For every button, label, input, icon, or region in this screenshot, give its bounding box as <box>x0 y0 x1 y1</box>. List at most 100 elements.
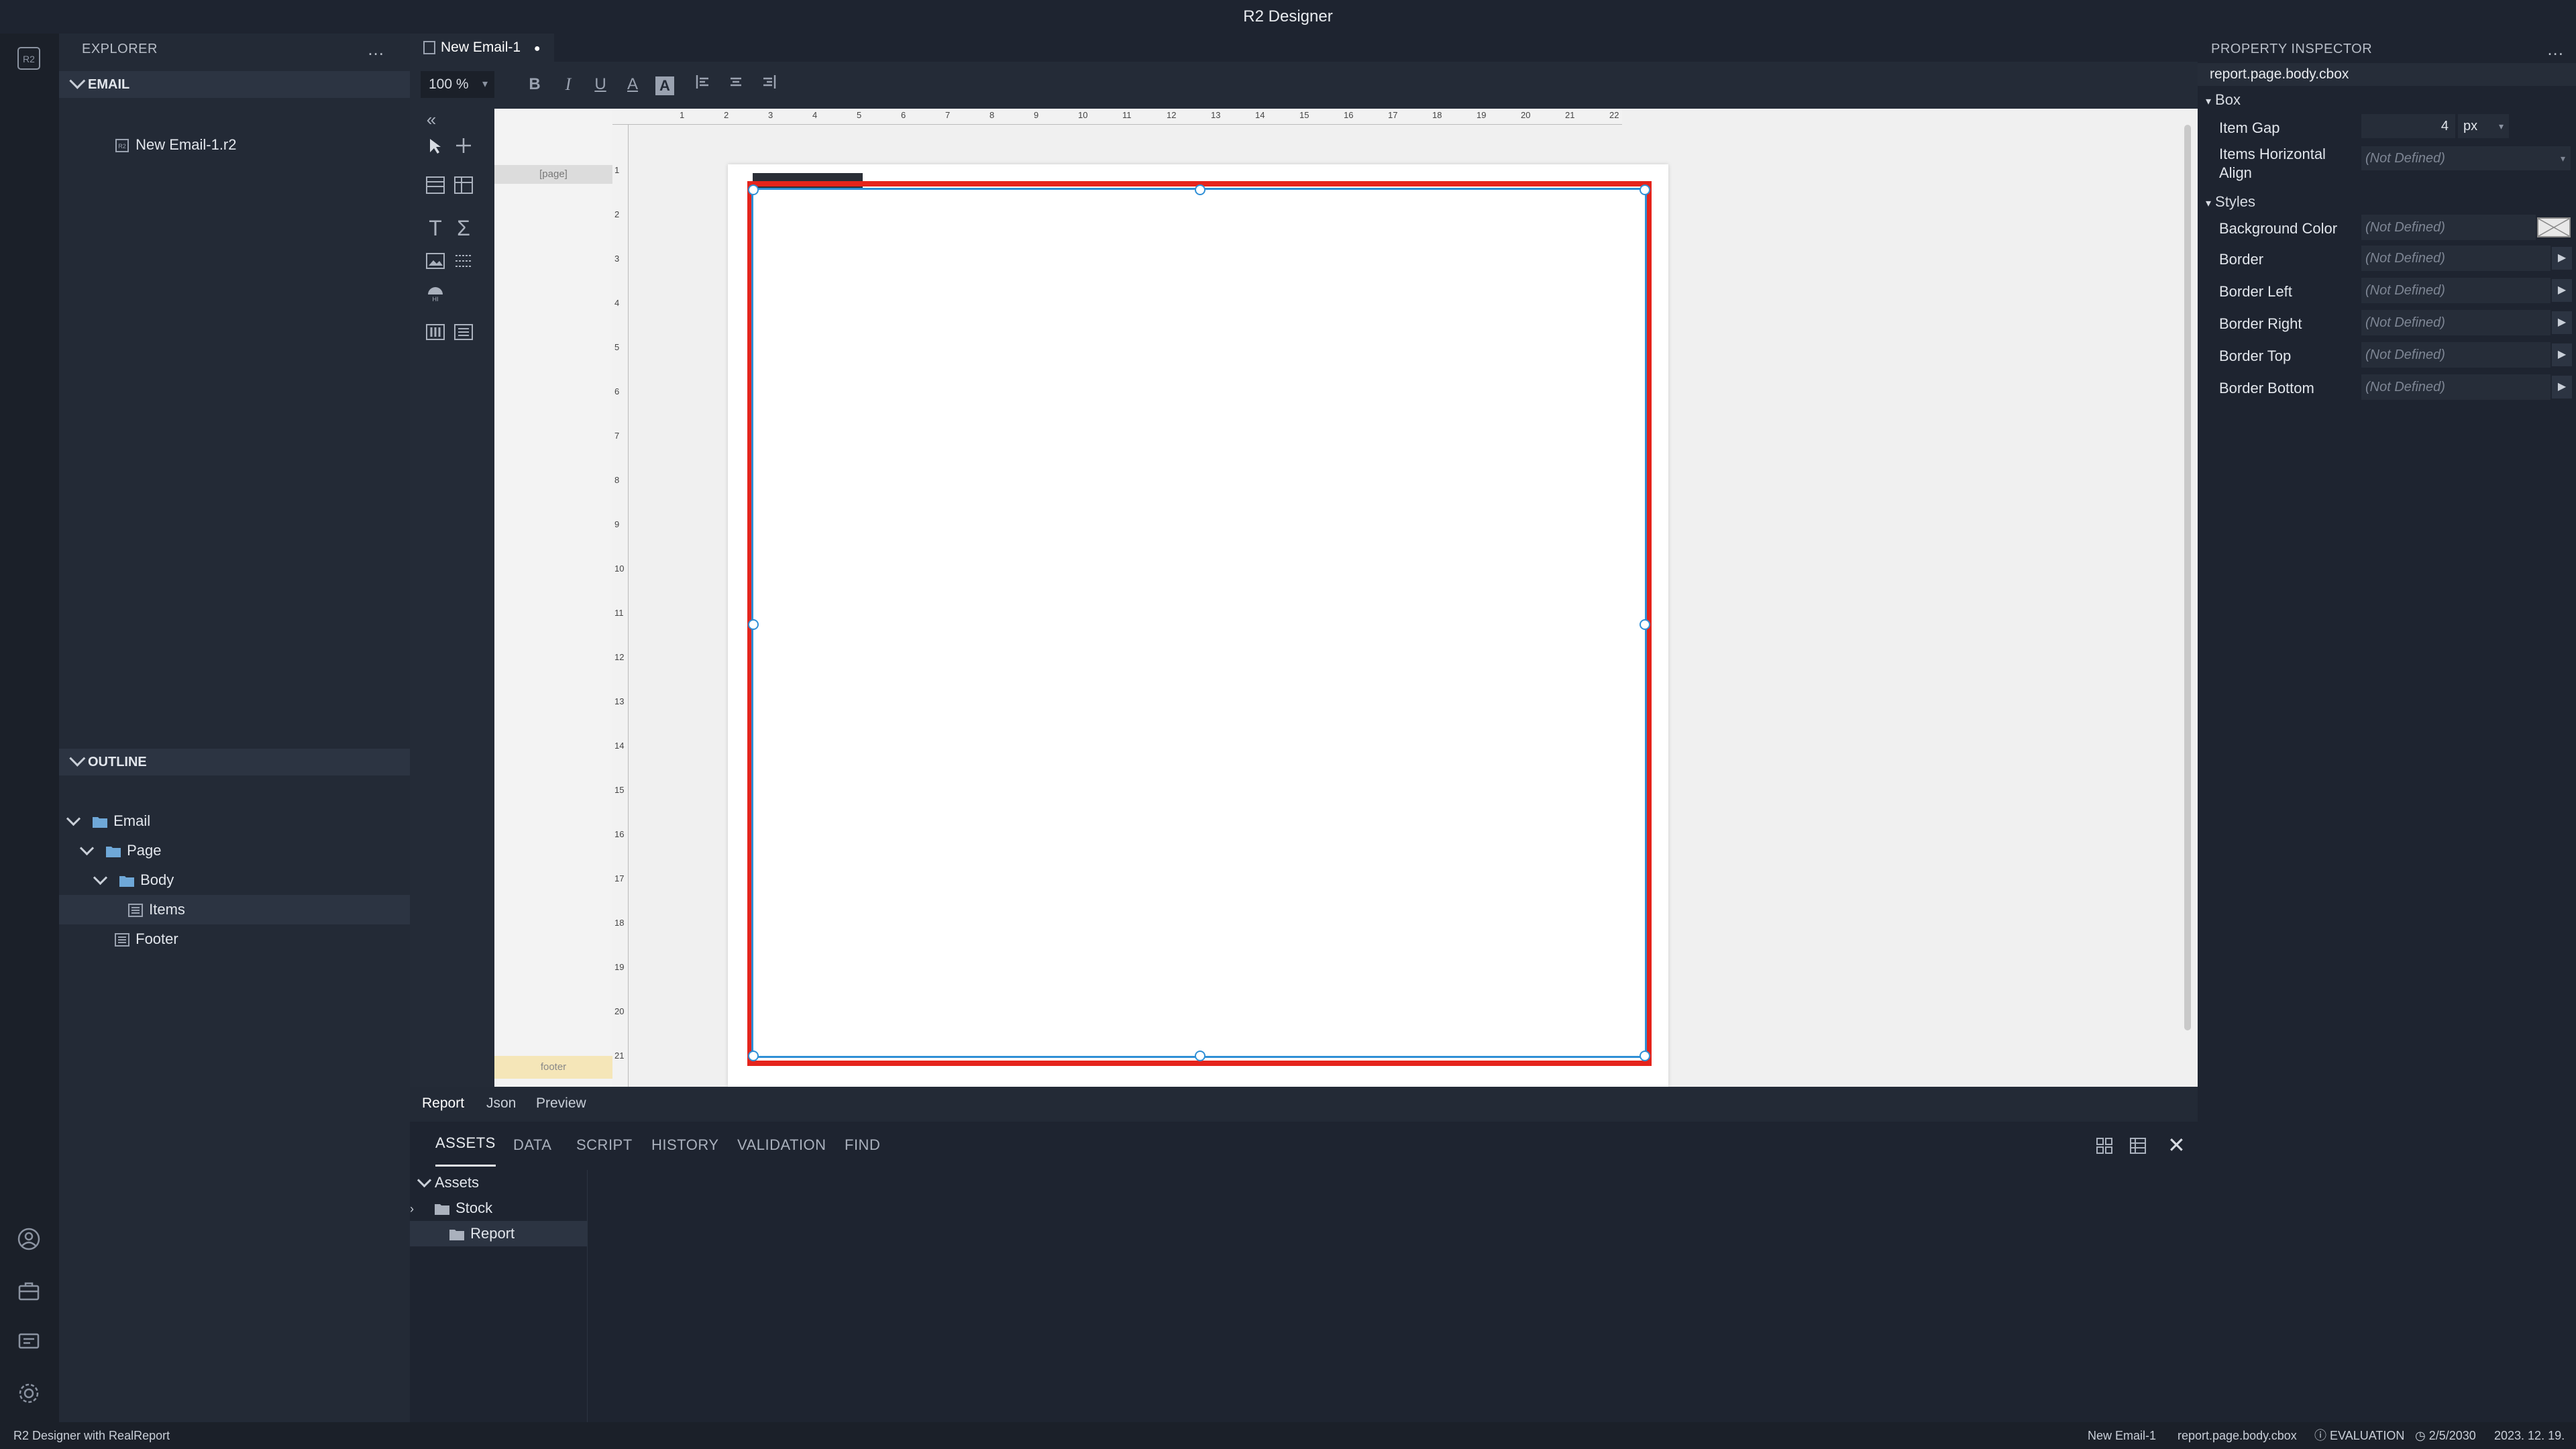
tab-history[interactable]: HISTORY <box>651 1122 719 1169</box>
toolbox-icon[interactable] <box>13 1276 44 1307</box>
color-swatch[interactable] <box>2537 217 2571 237</box>
status-license[interactable]: ⓘ EVALUATION <box>2314 1422 2404 1449</box>
border-left-input[interactable]: (Not Defined) <box>2361 278 2551 303</box>
status-file[interactable]: New Email-1 <box>2088 1422 2156 1449</box>
styles-section-header[interactable]: ▾ Styles <box>2206 193 2255 211</box>
outline-section-header[interactable]: OUTLINE <box>59 749 410 775</box>
format-toolbar: 100 % ▾ B I U A A <box>410 62 2198 106</box>
feedback-icon[interactable] <box>13 1327 44 1358</box>
resize-handle[interactable] <box>1640 1051 1650 1061</box>
border-bottom-input[interactable]: (Not Defined) <box>2361 374 2551 400</box>
outline-item-footer[interactable]: Footer <box>59 924 410 954</box>
file-item-new-email-1[interactable]: R2 New Email-1.r2 <box>59 130 410 160</box>
asset-folder-stock[interactable]: › Stock <box>410 1195 587 1221</box>
prop-items-horizontal-align: Items Horizontal Align (Not Defined) ▾ <box>2198 142 2576 184</box>
asset-folder-assets[interactable]: Assets <box>410 1170 587 1195</box>
expand-arrow-icon[interactable]: ▶ <box>2552 311 2572 334</box>
columns-tool-icon[interactable] <box>422 321 449 347</box>
resize-handle[interactable] <box>748 619 759 630</box>
table-band-icon[interactable] <box>422 174 449 201</box>
background-color-input[interactable]: (Not Defined) <box>2361 215 2536 240</box>
ruler-tick-label: 4 <box>614 298 620 308</box>
inspector-menu-button[interactable]: ... <box>2547 39 2564 60</box>
email-folder-icon <box>93 817 108 828</box>
resize-handle[interactable] <box>748 184 759 195</box>
underline-button[interactable]: U <box>587 71 614 98</box>
email-section-header[interactable]: EMAIL <box>59 71 410 98</box>
ruler-tick-label: 9 <box>1034 110 1039 120</box>
ruler-tick-label: 14 <box>1255 110 1265 120</box>
canvas-scrollbar[interactable] <box>2184 125 2191 1030</box>
zoom-select[interactable]: 100 % ▾ <box>421 71 494 98</box>
expand-arrow-icon[interactable]: ▶ <box>2552 247 2572 270</box>
outline-item-email[interactable]: Email <box>59 806 410 836</box>
background-color-button[interactable]: A <box>651 71 678 98</box>
zoom-value: 100 % <box>429 76 469 92</box>
account-icon[interactable] <box>13 1224 44 1254</box>
expand-arrow-icon[interactable]: ▶ <box>2552 343 2572 366</box>
cbox-selection[interactable] <box>748 184 1650 1061</box>
bold-button[interactable]: B <box>521 71 548 98</box>
ruler-tick-label: 10 <box>1078 110 1088 120</box>
tab-new-email-1[interactable]: New Email-1 ● <box>410 34 554 62</box>
band-panel: [page] footer <box>494 109 612 1087</box>
resize-handle[interactable] <box>1195 1051 1205 1061</box>
text-tool-icon[interactable]: T <box>422 215 449 241</box>
border-input[interactable]: (Not Defined) <box>2361 246 2551 271</box>
summary-tool-icon[interactable]: Σ <box>450 215 477 241</box>
image-tool-icon[interactable] <box>422 250 449 276</box>
app-logo-icon[interactable]: R2 <box>13 43 44 74</box>
border-right-input[interactable]: (Not Defined) <box>2361 310 2551 335</box>
tab-assets[interactable]: ASSETS <box>435 1122 496 1167</box>
footer-band-label[interactable]: footer <box>494 1056 612 1079</box>
item-gap-input[interactable]: 4 <box>2361 114 2455 138</box>
item-gap-unit-select[interactable]: px ▾ <box>2458 114 2509 138</box>
ruler-tick-label: 17 <box>1388 110 1398 120</box>
bottom-panel: ASSETS DATA SCRIPT HISTORY VALIDATION FI… <box>410 1122 2198 1422</box>
tab-json[interactable]: Json <box>486 1087 516 1120</box>
explorer-menu-button[interactable]: ... <box>368 39 384 60</box>
box-section-header[interactable]: ▾ Box <box>2206 91 2241 109</box>
tab-find[interactable]: FIND <box>845 1122 880 1169</box>
resize-handle[interactable] <box>1640 619 1650 630</box>
outline-item-items[interactable]: Items <box>59 895 410 924</box>
resize-handle[interactable] <box>1640 184 1650 195</box>
tab-report[interactable]: Report <box>422 1087 464 1120</box>
border-top-input[interactable]: (Not Defined) <box>2361 342 2551 368</box>
list-tool-icon[interactable] <box>450 321 477 347</box>
status-path[interactable]: report.page.body.cbox <box>2178 1422 2297 1449</box>
outline-item-page[interactable]: Page <box>59 836 410 865</box>
settings-gear-icon[interactable] <box>13 1378 44 1409</box>
italic-button[interactable]: I <box>555 71 582 98</box>
font-color-button[interactable]: A <box>619 71 646 98</box>
table-icon[interactable] <box>450 174 477 201</box>
ruler-tick-label: 19 <box>614 962 625 972</box>
resize-handle[interactable] <box>748 1051 759 1061</box>
ruler-tick-label: 5 <box>614 342 620 352</box>
expand-arrow-icon[interactable]: ▶ <box>2552 279 2572 302</box>
page-band-label[interactable]: [page] <box>494 165 612 184</box>
ruler-tick-label: 15 <box>614 785 625 795</box>
folder-icon <box>435 1204 450 1216</box>
outline-item-body[interactable]: Body <box>59 865 410 895</box>
expand-arrow-icon[interactable]: ▶ <box>2552 376 2572 398</box>
align-right-button[interactable] <box>755 71 782 98</box>
align-center-button[interactable] <box>722 71 749 98</box>
list-view-icon[interactable] <box>2129 1136 2147 1159</box>
tab-script[interactable]: SCRIPT <box>576 1122 633 1169</box>
barcode-tool-icon[interactable] <box>450 250 477 276</box>
tab-preview[interactable]: Preview <box>536 1087 586 1120</box>
grid-view-icon[interactable] <box>2095 1136 2114 1159</box>
resize-handle[interactable] <box>1195 184 1205 195</box>
close-panel-icon[interactable]: ✕ <box>2167 1132 2186 1158</box>
chart-tool-icon[interactable]: HI <box>422 282 449 309</box>
align-left-button[interactable] <box>690 71 717 98</box>
pointer-tool-icon[interactable] <box>422 134 449 161</box>
asset-folder-report[interactable]: Report <box>410 1221 587 1246</box>
tab-validation[interactable]: VALIDATION <box>737 1122 826 1169</box>
pan-tool-icon[interactable] <box>450 134 477 161</box>
tab-data[interactable]: DATA <box>513 1122 551 1169</box>
prop-background-color: Background Color (Not Defined) <box>2198 212 2576 243</box>
items-halign-select[interactable]: (Not Defined) ▾ <box>2361 146 2571 170</box>
collapse-palette-icon[interactable]: « <box>418 106 445 133</box>
